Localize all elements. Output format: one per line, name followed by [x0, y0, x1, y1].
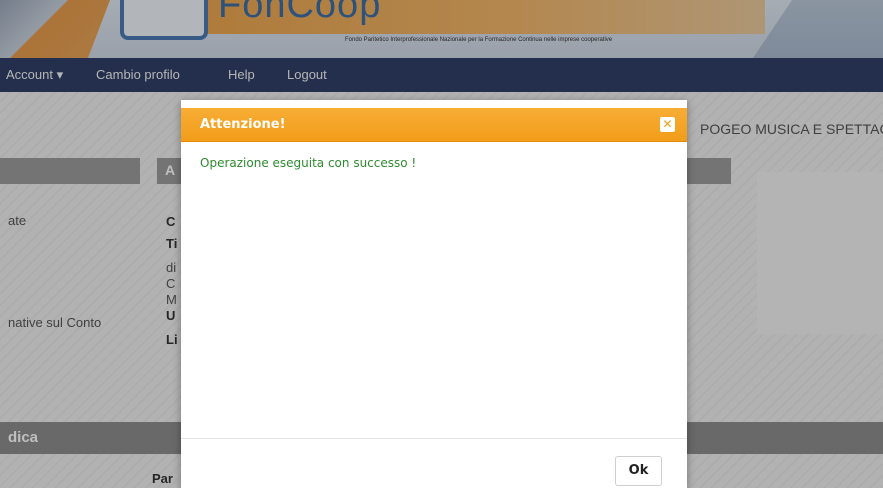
dialog-message: Operazione eseguita con successo ! — [200, 156, 417, 170]
close-icon[interactable]: ✕ — [660, 117, 675, 132]
dialog-footer-divider — [181, 438, 687, 439]
ok-button[interactable]: Ok — [615, 456, 662, 486]
dialog-title: Attenzione! — [200, 117, 286, 132]
alert-dialog: Attenzione! ✕ Operazione eseguita con su… — [181, 100, 687, 488]
dialog-header: Attenzione! ✕ — [181, 108, 687, 142]
